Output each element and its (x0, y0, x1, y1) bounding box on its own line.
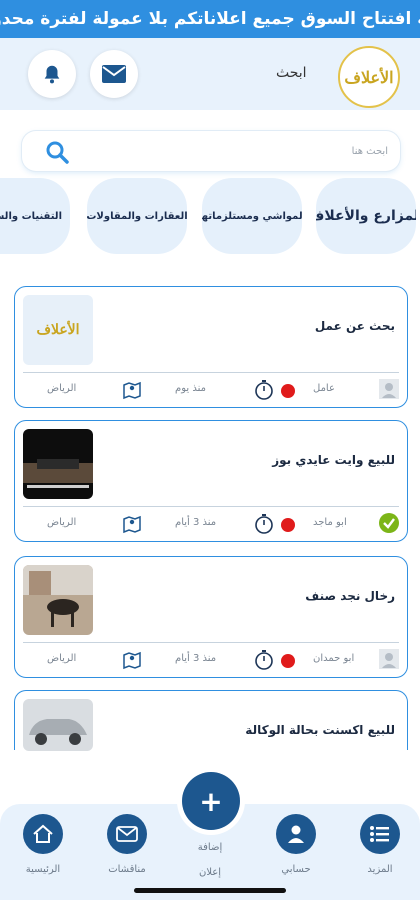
nav-more-label: المزيد (367, 864, 393, 875)
category-tech[interactable]: التقنيات والسيا (0, 178, 70, 254)
search-icon[interactable] (44, 139, 70, 165)
listing-card[interactable]: للبيع اكسنت بحالة الوكالة (14, 690, 408, 751)
category-farms-feed[interactable]: المزارع والأعلاف (316, 178, 416, 254)
user-avatar-icon (379, 649, 399, 669)
map-icon (123, 515, 141, 534)
search-input[interactable] (88, 139, 388, 163)
home-indicator (134, 888, 286, 893)
listing-card[interactable]: رخال نجد صنف الرياض منذ 3 أيام ابو حمدان (14, 556, 408, 678)
nav-account-label: حسابي (281, 864, 311, 875)
person-icon (276, 814, 316, 854)
listing-time: منذ 3 أيام (175, 653, 217, 664)
listing-image (23, 565, 93, 635)
add-label-line2: إعلان (198, 867, 222, 878)
status-dot (281, 654, 295, 668)
listing-image (23, 699, 93, 751)
listing-user: عامل (313, 383, 335, 394)
status-dot (281, 384, 295, 398)
nav-more[interactable]: المزيد (345, 814, 415, 875)
add-listing-button[interactable]: + (182, 772, 240, 830)
category-livestock[interactable]: المواشي ومستلزماتها (202, 178, 302, 254)
listing-title: للبيع وايت عايدي بوز (272, 453, 395, 467)
listing-image (23, 429, 93, 499)
listing-image: الأعلاف (23, 295, 93, 365)
category-carousel[interactable]: المزارع والأعلاف المواشي ومستلزماتها الع… (0, 178, 420, 258)
home-icon (23, 814, 63, 854)
nav-tenders[interactable]: مناقشات (92, 814, 162, 875)
app-logo[interactable]: الأعلاف (338, 46, 400, 108)
listing-meta: الرياض منذ 3 أيام ابو حمدان (15, 645, 407, 677)
bell-icon (44, 65, 60, 84)
divider (23, 372, 399, 373)
mail-icon (102, 65, 126, 83)
search-bar (22, 131, 400, 171)
messages-button[interactable] (90, 50, 138, 98)
listing-title: بحث عن عمل (314, 319, 395, 333)
listing-meta: الرياض منذ 3 أيام ابو ماجد (15, 509, 407, 541)
map-icon (123, 651, 141, 670)
timer-icon (255, 380, 273, 400)
verified-check-icon (379, 513, 399, 533)
nav-home[interactable]: الرئيسية (8, 814, 78, 875)
category-real-estate[interactable]: العقارات والمقاولات (87, 178, 187, 254)
listing-city: الرياض (47, 653, 77, 664)
car-photo (23, 699, 93, 751)
divider (23, 506, 399, 507)
camel-photo (23, 565, 93, 635)
listing-time: منذ يوم (175, 383, 206, 394)
announcement-banner: بة افتتاح السوق جميع اعلاناتكم بلا عمولة… (0, 0, 420, 38)
add-listing-label: إضافة إعلان (170, 842, 250, 878)
listing-user: ابو حمدان (313, 653, 355, 664)
status-dot (281, 518, 295, 532)
listing-meta: الرياض منذ يوم عامل (15, 375, 407, 407)
listing-logo-text: الأعلاف (36, 322, 80, 338)
timer-icon (255, 650, 273, 670)
notifications-button[interactable] (28, 50, 76, 98)
listing-time: منذ 3 أيام (175, 517, 217, 528)
user-avatar-icon (379, 379, 399, 399)
header-search-link[interactable]: ابحث (276, 65, 307, 81)
listing-card[interactable]: الأعلاف بحث عن عمل الرياض منذ يوم عامل (14, 286, 408, 408)
listing-user: ابو ماجد (313, 517, 347, 528)
listing-title: للبيع اكسنت بحالة الوكالة (245, 723, 395, 737)
logo-text: الأعلاف (344, 67, 394, 87)
map-icon (123, 381, 141, 400)
nav-tenders-label: مناقشات (108, 864, 146, 875)
listing-city: الرياض (47, 517, 77, 528)
mail-icon (107, 814, 147, 854)
listing-card[interactable]: للبيع وايت عايدي بوز الرياض منذ 3 أيام ا… (14, 420, 408, 542)
listing-title: رخال نجد صنف (305, 589, 395, 603)
menu-icon (360, 814, 400, 854)
nav-home-label: الرئيسية (25, 864, 61, 875)
timer-icon (255, 514, 273, 534)
truck-photo (23, 429, 93, 499)
add-label-line1: إضافة (197, 842, 223, 853)
listing-city: الرياض (47, 383, 77, 394)
announcement-text: بة افتتاح السوق جميع اعلاناتكم بلا عمولة… (0, 9, 420, 29)
divider (23, 642, 399, 643)
app-header: ابحث الأعلاف (0, 38, 420, 110)
nav-account[interactable]: حسابي (261, 814, 331, 875)
plus-icon: + (199, 784, 223, 818)
